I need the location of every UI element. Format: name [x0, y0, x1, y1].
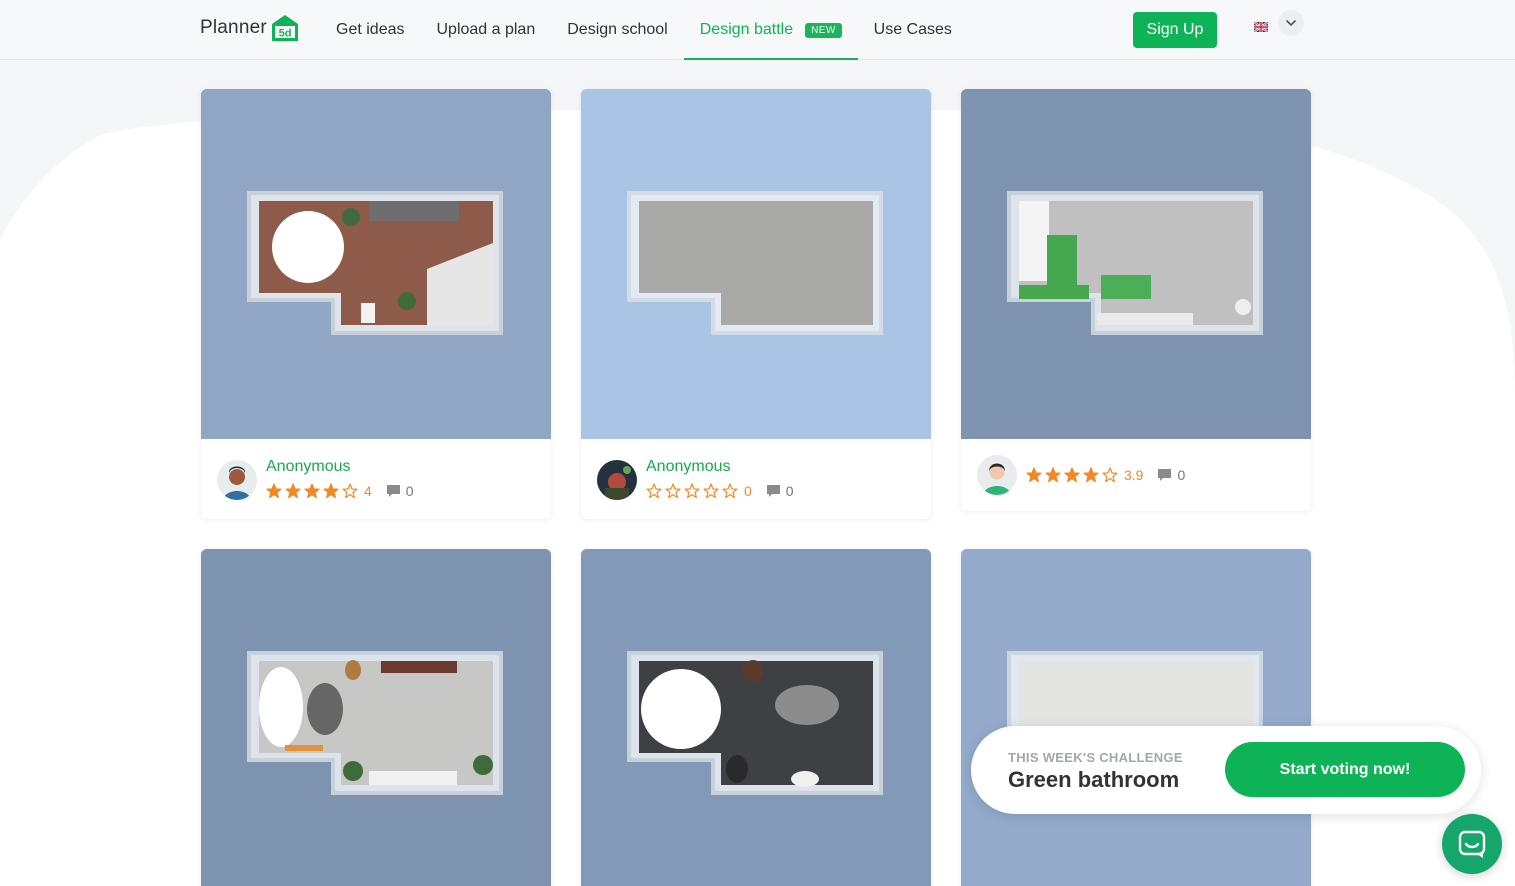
star-icon [722, 483, 738, 499]
design-card[interactable] [961, 549, 1311, 886]
challenge-label: THIS WEEK'S CHALLENGE [1008, 750, 1183, 765]
main-nav: Get ideas Upload a plan Design school De… [320, 0, 968, 60]
star-rating [1026, 467, 1121, 483]
author-name[interactable]: Anonymous [266, 458, 351, 476]
card-stats: 0 0 [646, 483, 794, 499]
comments-value: 0 [785, 483, 794, 499]
avatar[interactable] [217, 460, 257, 500]
nav-label: Use Cases [873, 21, 952, 38]
new-badge: NEW [805, 22, 842, 38]
design-card[interactable]: Anonymous 4 0 [201, 89, 551, 519]
design-card[interactable]: 3.9 0 [961, 89, 1311, 511]
comment-count[interactable]: 0 [386, 483, 414, 499]
nav-get-ideas[interactable]: Get ideas [320, 0, 420, 60]
svg-text:5d: 5d [278, 28, 291, 40]
star-icon [304, 483, 320, 499]
comment-icon [766, 485, 780, 497]
floorplan-thumbnail[interactable] [581, 549, 931, 886]
card-stats: 3.9 0 [1026, 467, 1185, 483]
rating-value: 4 [364, 483, 372, 499]
nav-upload-plan[interactable]: Upload a plan [420, 0, 551, 60]
floorplan-thumbnail[interactable] [581, 89, 931, 439]
nav-label: Upload a plan [436, 21, 536, 38]
author-name[interactable]: Anonymous [646, 458, 731, 476]
challenge-title: Green bathroom [1008, 767, 1180, 792]
logo-mark-icon: 5d [270, 13, 300, 43]
nav-use-cases[interactable]: Use Cases [858, 0, 968, 60]
floorplan-thumbnail[interactable] [961, 549, 1311, 886]
card-stats: 4 0 [266, 483, 414, 499]
nav-label: Design battle [699, 21, 794, 38]
nav-design-battle[interactable]: Design battle NEW [683, 0, 858, 60]
nav-design-school[interactable]: Design school [551, 0, 684, 60]
star-icon [684, 483, 700, 499]
rating-value: 0 [744, 483, 752, 499]
floorplan-thumbnail[interactable] [961, 89, 1311, 439]
sign-up-button[interactable]: Sign Up [1133, 12, 1217, 48]
star-icon [342, 483, 358, 499]
avatar[interactable] [977, 455, 1017, 495]
logo-text: Planner [200, 17, 267, 38]
design-card[interactable]: Anonymous 0 0 [581, 89, 931, 519]
rating-value: 3.9 [1124, 467, 1144, 483]
floorplan-thumbnail[interactable] [201, 89, 551, 439]
language-selector[interactable] [1254, 10, 1304, 36]
star-icon [266, 483, 282, 499]
chat-icon [1458, 830, 1486, 858]
card-meta: Anonymous 4 0 [201, 439, 551, 519]
card-meta: 3.9 0 [961, 439, 1311, 511]
logo[interactable]: Planner 5d [200, 12, 300, 44]
top-navbar: Planner 5d Get ideas Upload a plan Desig… [0, 0, 1515, 60]
nav-label: Get ideas [336, 21, 405, 38]
comments-value: 0 [1177, 467, 1186, 483]
star-icon [703, 483, 719, 499]
design-card[interactable] [201, 549, 551, 886]
design-card[interactable] [581, 549, 931, 886]
star-icon [1102, 467, 1118, 483]
comment-icon [386, 485, 400, 497]
star-icon [323, 483, 339, 499]
star-icon [646, 483, 662, 499]
floorplan-thumbnail[interactable] [201, 549, 551, 886]
star-icon [665, 483, 681, 499]
comment-count[interactable]: 0 [766, 483, 794, 499]
avatar[interactable] [597, 460, 637, 500]
chat-launcher-button[interactable] [1442, 814, 1502, 874]
comment-icon [1158, 469, 1172, 481]
start-voting-button[interactable]: Start voting now! [1225, 742, 1465, 797]
comments-value: 0 [405, 483, 414, 499]
chevron-down-icon[interactable] [1278, 10, 1304, 36]
star-rating [646, 483, 741, 499]
star-icon [285, 483, 301, 499]
star-rating [266, 483, 361, 499]
star-icon [1083, 467, 1099, 483]
card-meta: Anonymous 0 0 [581, 439, 931, 519]
uk-flag-icon [1254, 22, 1268, 32]
nav-label: Design school [567, 21, 668, 38]
star-icon [1045, 467, 1061, 483]
star-icon [1064, 467, 1080, 483]
star-icon [1026, 467, 1042, 483]
comment-count[interactable]: 0 [1157, 467, 1185, 483]
weekly-challenge-banner: THIS WEEK'S CHALLENGE Green bathroom Sta… [971, 726, 1481, 814]
